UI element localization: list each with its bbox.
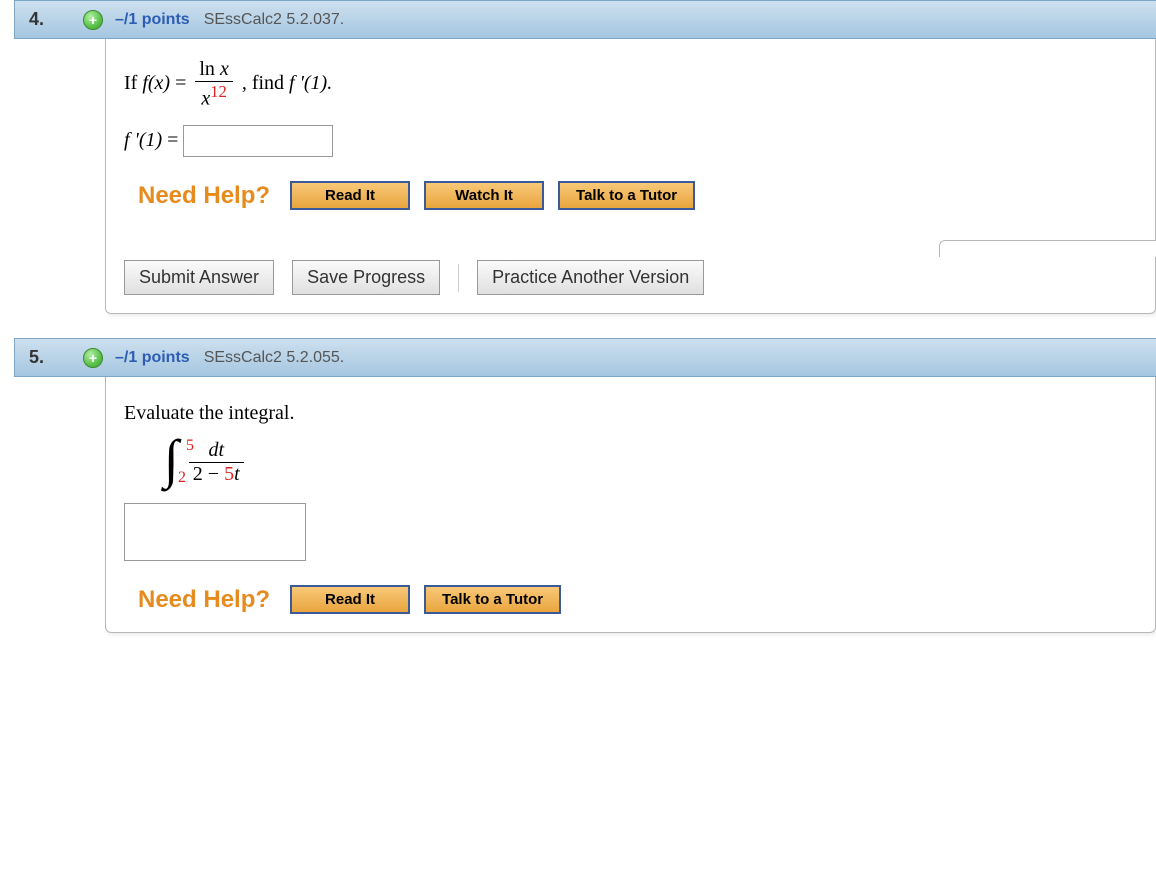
question-content: Evaluate the integral. ∫ 5 2 dt 2 − 5t N… bbox=[105, 377, 1156, 633]
separator bbox=[458, 264, 459, 292]
question-content: If f(x) = ln x x12 , find f '(1). f '(1)… bbox=[105, 39, 1156, 314]
expand-icon[interactable]: + bbox=[83, 348, 103, 368]
read-it-button[interactable]: Read It bbox=[290, 585, 410, 614]
need-help-label: Need Help? bbox=[138, 586, 270, 614]
question-number: 5. bbox=[29, 347, 77, 368]
talk-to-tutor-button[interactable]: Talk to a Tutor bbox=[558, 181, 695, 210]
answer-input[interactable] bbox=[183, 125, 333, 157]
save-progress-button[interactable]: Save Progress bbox=[292, 260, 440, 295]
problem-id: SEssCalc2 5.2.037. bbox=[204, 11, 345, 29]
talk-to-tutor-button[interactable]: Talk to a Tutor bbox=[424, 585, 561, 614]
read-it-button[interactable]: Read It bbox=[290, 181, 410, 210]
problem-statement: If f(x) = ln x x12 , find f '(1). f '(1)… bbox=[124, 59, 1137, 157]
integral-sign: ∫ 5 2 bbox=[164, 437, 179, 487]
need-help-row: Need Help? Read It Talk to a Tutor bbox=[124, 585, 1137, 614]
tab-notch bbox=[939, 240, 1156, 257]
question-header[interactable]: 4. + –/1 points SEssCalc2 5.2.037. bbox=[14, 0, 1156, 39]
question-number: 4. bbox=[29, 9, 77, 30]
need-help-row: Need Help? Read It Watch It Talk to a Tu… bbox=[124, 181, 1137, 210]
practice-another-button[interactable]: Practice Another Version bbox=[477, 260, 704, 295]
points-label: –/1 points bbox=[115, 11, 190, 29]
points-label: –/1 points bbox=[115, 349, 190, 367]
question-5: 5. + –/1 points SEssCalc2 5.2.055. Evalu… bbox=[0, 338, 1156, 633]
need-help-label: Need Help? bbox=[138, 182, 270, 210]
answer-input[interactable] bbox=[124, 503, 306, 561]
integrand-fraction: dt 2 − 5t bbox=[189, 440, 244, 485]
problem-statement: Evaluate the integral. ∫ 5 2 dt 2 − 5t bbox=[124, 397, 1137, 487]
watch-it-button[interactable]: Watch It bbox=[424, 181, 544, 210]
expand-icon[interactable]: + bbox=[83, 10, 103, 30]
question-4: 4. + –/1 points SEssCalc2 5.2.037. If f(… bbox=[0, 0, 1156, 314]
question-header[interactable]: 5. + –/1 points SEssCalc2 5.2.055. bbox=[14, 338, 1156, 377]
fraction: ln x x12 bbox=[195, 59, 232, 110]
problem-id: SEssCalc2 5.2.055. bbox=[204, 349, 345, 367]
submit-answer-button[interactable]: Submit Answer bbox=[124, 260, 274, 295]
